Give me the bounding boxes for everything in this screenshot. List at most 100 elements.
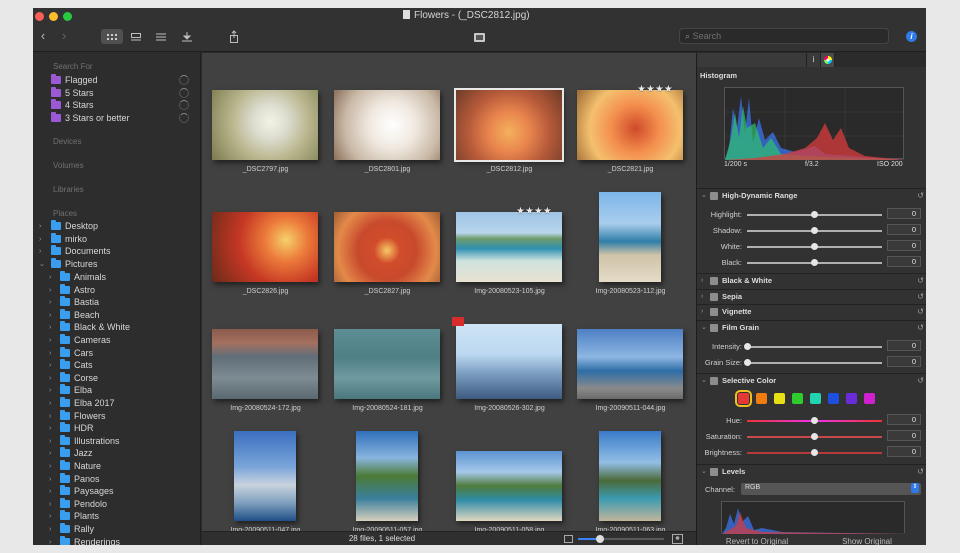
selective-color-checkbox[interactable] bbox=[710, 377, 718, 385]
disclosure-closed-icon[interactable]: › bbox=[49, 473, 51, 486]
sidebar-item-folder-2[interactable]: › Bastia bbox=[33, 296, 200, 309]
slider-value-field[interactable]: 0 bbox=[887, 414, 921, 425]
disclosure-closed-icon[interactable]: › bbox=[49, 296, 51, 309]
places-heading[interactable]: Places bbox=[53, 209, 77, 218]
reset-icon[interactable]: ↺ bbox=[917, 290, 924, 304]
sidebar-item-place-0[interactable]: › Desktop bbox=[33, 220, 200, 233]
thumbnail-item[interactable]: Img-20080523-112.jpg bbox=[596, 192, 665, 298]
disclosure-closed-icon[interactable]: › bbox=[39, 233, 41, 246]
zoom-slider[interactable] bbox=[578, 535, 664, 543]
disclosure-closed-icon[interactable]: › bbox=[49, 347, 51, 360]
color-swatch[interactable] bbox=[846, 393, 857, 404]
sidebar-item-place-2[interactable]: › Documents bbox=[33, 245, 200, 258]
sidebar-item-folder-18[interactable]: › Pendolo bbox=[33, 497, 200, 511]
sidebar-item-folder-16[interactable]: › Panos bbox=[33, 472, 200, 486]
disclosure-closed-icon[interactable]: › bbox=[49, 397, 51, 410]
levels-section-header[interactable]: ⌄ Levels ↺ bbox=[697, 464, 926, 479]
sidebar-item-folder-21[interactable]: › Renderings bbox=[33, 535, 200, 545]
disclosure-closed-icon[interactable]: › bbox=[49, 372, 51, 385]
thumbnail-item[interactable]: _DSC2827.jpg bbox=[334, 212, 440, 298]
disclosure-closed-icon[interactable]: › bbox=[49, 510, 51, 523]
bw-checkbox[interactable] bbox=[710, 277, 718, 285]
thumbnail-item[interactable]: Img-20080523-105.jpg ★★★★ bbox=[456, 206, 562, 298]
disclosure-closed-icon[interactable]: › bbox=[49, 271, 51, 284]
thumbnail-image[interactable] bbox=[456, 212, 562, 282]
slider-value-field[interactable]: 0 bbox=[887, 240, 921, 251]
slider-value-field[interactable]: 0 bbox=[887, 356, 921, 367]
thumbnail-image[interactable] bbox=[577, 329, 683, 399]
color-swatch[interactable] bbox=[864, 393, 875, 404]
share-button[interactable] bbox=[223, 29, 245, 44]
thumbnail-image[interactable] bbox=[599, 431, 661, 521]
sidebar-item-folder-7[interactable]: › Cats bbox=[33, 359, 200, 372]
reset-icon[interactable]: ↺ bbox=[917, 274, 924, 288]
sepia-checkbox[interactable] bbox=[710, 293, 718, 301]
thumbnail-image[interactable] bbox=[212, 212, 318, 282]
vignette-checkbox[interactable] bbox=[710, 308, 718, 316]
sidebar-item-smart-1[interactable]: 5 Stars bbox=[33, 86, 200, 100]
thumbnail-image[interactable] bbox=[212, 90, 318, 160]
sidebar-item-folder-0[interactable]: › Animals bbox=[33, 271, 200, 284]
disclosure-closed-icon[interactable]: › bbox=[39, 245, 41, 258]
thumbnail-item[interactable]: _DSC2812.jpg bbox=[454, 88, 564, 176]
reset-icon[interactable]: ↺ bbox=[917, 189, 924, 203]
sidebar-item-folder-14[interactable]: › Jazz bbox=[33, 447, 200, 460]
disclosure-closed-icon[interactable]: › bbox=[49, 422, 51, 435]
sepia-section-header[interactable]: › Sepia ↺ bbox=[697, 289, 926, 304]
sidebar-item-smart-0[interactable]: Flagged bbox=[33, 74, 200, 87]
thumbnail-image[interactable] bbox=[599, 192, 661, 282]
slider-knob[interactable] bbox=[811, 243, 818, 250]
film-grain-section-header[interactable]: ⌄ Film Grain ↺ bbox=[697, 320, 926, 335]
close-window-button[interactable] bbox=[35, 12, 44, 21]
rating-stars[interactable]: ★★★★ bbox=[637, 84, 673, 95]
sidebar-item-place-1[interactable]: › mirko bbox=[33, 232, 200, 246]
disclosure-open-icon[interactable]: ⌄ bbox=[39, 258, 45, 271]
thumbnail-image[interactable] bbox=[334, 212, 440, 282]
thumbnail-image[interactable] bbox=[577, 90, 683, 160]
levels-checkbox[interactable] bbox=[710, 468, 718, 476]
thumbnail-item[interactable]: Img-20090511-058.jpg bbox=[456, 451, 562, 537]
sidebar-item-folder-6[interactable]: › Cars bbox=[33, 346, 200, 360]
revert-to-original-button[interactable]: Revert to Original bbox=[707, 537, 807, 545]
color-swatch[interactable] bbox=[792, 393, 803, 404]
thumbnail-item[interactable]: Img-20090511-044.jpg bbox=[577, 329, 683, 415]
disclosure-closed-icon[interactable]: › bbox=[49, 485, 51, 498]
film-grain-checkbox[interactable] bbox=[710, 324, 718, 332]
disclosure-closed-icon[interactable]: › bbox=[49, 321, 51, 334]
show-original-button[interactable]: Show Original bbox=[817, 537, 917, 545]
sidebar-item-folder-19[interactable]: › Plants bbox=[33, 510, 200, 523]
minimize-window-button[interactable] bbox=[49, 12, 58, 21]
sidebar-item-folder-5[interactable]: › Cameras bbox=[33, 334, 200, 347]
thumbnail-item[interactable]: _DSC2801.jpg bbox=[334, 90, 440, 176]
sidebar-item-smart-3[interactable]: 3 Stars or better bbox=[33, 111, 200, 125]
slider-value-field[interactable]: 0 bbox=[887, 256, 921, 267]
zoom-window-button[interactable] bbox=[63, 12, 72, 21]
sidebar-item-folder-20[interactable]: › Rally bbox=[33, 523, 200, 536]
sidebar-item-folder-10[interactable]: › Elba 2017 bbox=[33, 397, 200, 410]
slider-track[interactable] bbox=[747, 346, 882, 348]
disclosure-closed-icon[interactable]: › bbox=[49, 384, 51, 397]
info-button[interactable]: i bbox=[906, 31, 917, 42]
disclosure-closed-icon[interactable]: › bbox=[49, 523, 51, 536]
reset-icon[interactable]: ↺ bbox=[917, 465, 924, 479]
search-input[interactable]: ⌕ Search bbox=[679, 28, 889, 44]
sidebar-item-folder-15[interactable]: › Nature bbox=[33, 460, 200, 473]
slider-value-field[interactable]: 0 bbox=[887, 340, 921, 351]
color-swatch[interactable] bbox=[774, 393, 785, 404]
thumbnail-image[interactable] bbox=[356, 431, 418, 521]
slider-value-field[interactable]: 0 bbox=[887, 224, 921, 235]
filmstrip-view-button[interactable] bbox=[125, 29, 147, 44]
slider-knob[interactable] bbox=[743, 359, 751, 366]
disclosure-closed-icon[interactable]: › bbox=[49, 447, 51, 460]
slider-track[interactable] bbox=[747, 362, 882, 364]
sidebar-item-folder-13[interactable]: › Illustrations bbox=[33, 434, 200, 448]
disclosure-closed-icon[interactable]: › bbox=[49, 334, 51, 347]
disclosure-closed-icon[interactable]: › bbox=[49, 460, 51, 473]
disclosure-closed-icon[interactable]: › bbox=[49, 309, 51, 322]
slider-value-field[interactable]: 0 bbox=[887, 208, 921, 219]
disclosure-closed-icon[interactable]: › bbox=[49, 498, 51, 511]
hdr-section-header[interactable]: ⌄ High-Dynamic Range ↺ bbox=[697, 188, 926, 203]
vignette-section-header[interactable]: › Vignette ↺ bbox=[697, 304, 926, 319]
thumbnail-item[interactable]: Img-20090511-063.jpg bbox=[596, 431, 665, 537]
disclosure-closed-icon[interactable]: › bbox=[49, 284, 51, 297]
